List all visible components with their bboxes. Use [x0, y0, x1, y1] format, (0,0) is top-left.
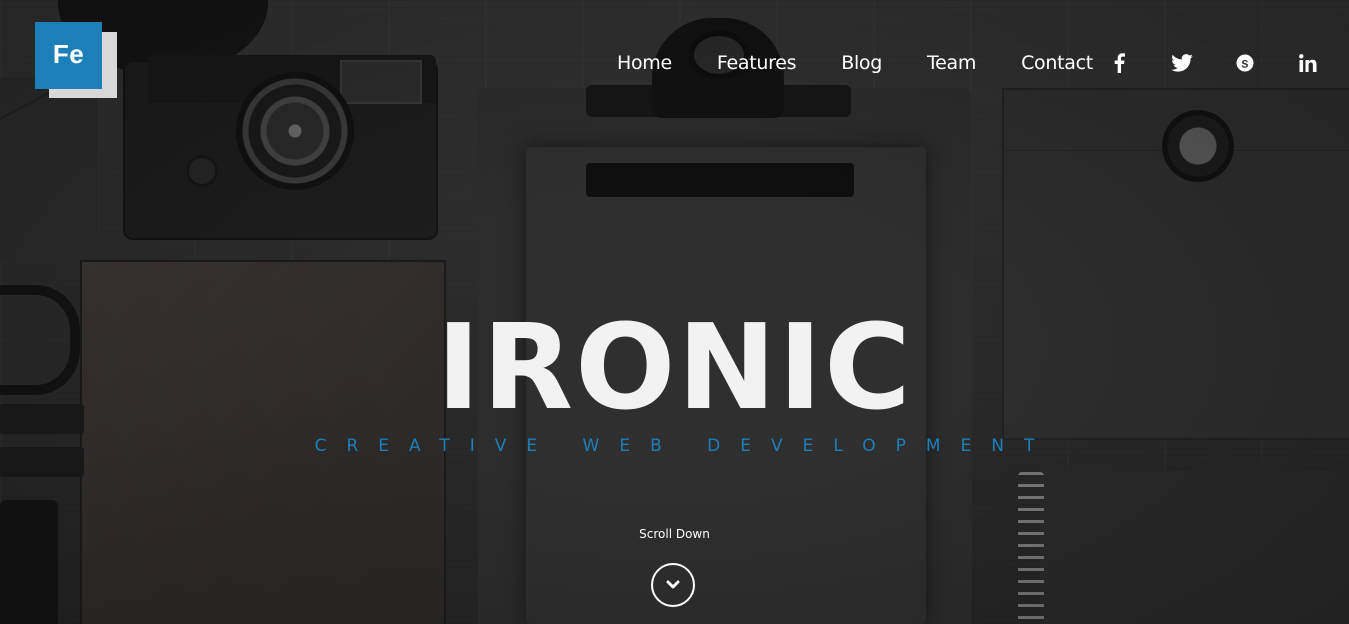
nav-item-features[interactable]: Features: [717, 52, 797, 74]
wax-seal-shape: [1162, 110, 1234, 182]
camera-knob-shape: [186, 155, 218, 187]
nav-item-team[interactable]: Team: [927, 52, 976, 74]
nav-item-contact[interactable]: Contact: [1021, 52, 1093, 74]
nav-item-home[interactable]: Home: [617, 52, 672, 74]
scroll-down-label: Scroll Down: [639, 527, 710, 541]
nav-item-blog[interactable]: Blog: [841, 52, 882, 74]
skype-icon[interactable]: [1234, 52, 1256, 74]
stand-shape: [0, 500, 58, 624]
logo-box: Fe: [35, 22, 102, 89]
scroll-down-button[interactable]: [651, 563, 695, 607]
envelope-left-shape: [0, 78, 98, 261]
hero-section: Fe Home Features Blog Team Contact IRONI…: [0, 0, 1349, 624]
spiral-notebook-shape: [1040, 470, 1349, 624]
camera-lens-shape: [236, 72, 354, 190]
hero-subtitle: CREATIVE WEB DEVELOPMENT: [314, 436, 1055, 456]
hero-title: IRONIC: [436, 298, 913, 436]
twitter-icon[interactable]: [1171, 52, 1193, 74]
facebook-icon[interactable]: [1108, 52, 1130, 74]
site-logo[interactable]: Fe: [35, 22, 117, 98]
camera-viewfinder-shape: [340, 60, 422, 104]
social-links: [1108, 50, 1319, 76]
main-nav: Home Features Blog Team Contact: [617, 50, 1138, 76]
logo-text: Fe: [52, 39, 85, 69]
linkedin-icon[interactable]: [1297, 52, 1319, 74]
chevron-down-icon: [666, 580, 680, 589]
clip-bar-shape: [586, 163, 854, 197]
spiral-binding-shape: [1018, 472, 1044, 624]
